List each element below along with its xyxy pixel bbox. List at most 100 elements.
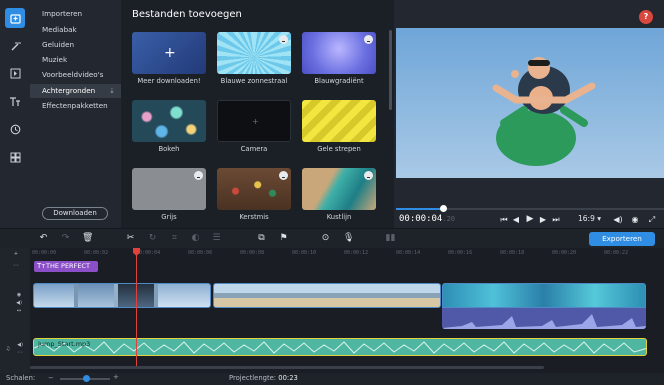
- tile-grijs[interactable]: [132, 168, 206, 210]
- rotate-button[interactable]: ↻: [147, 233, 158, 244]
- speaker-icon: ◀): [613, 215, 623, 224]
- tile-label: Blauwe zonnestraal: [220, 77, 288, 85]
- undo-icon: ↶: [39, 233, 48, 243]
- stickers-tool-button[interactable]: [5, 119, 25, 139]
- category-importeren[interactable]: Importeren: [30, 7, 121, 21]
- split-button[interactable]: ✂: [125, 233, 136, 244]
- waveform-graphic: [442, 314, 646, 329]
- category-mediabak[interactable]: Mediabak: [30, 23, 121, 37]
- track-lock-icon[interactable]: ↔: [15, 308, 23, 314]
- tile-blauwgradient[interactable]: [302, 32, 376, 74]
- track-mute-icon[interactable]: ◀): [15, 300, 23, 306]
- clip-thumbnail: [34, 284, 74, 307]
- tile-bokeh[interactable]: [132, 100, 206, 142]
- music-link-icon[interactable]: ◦◦: [16, 350, 24, 356]
- zoom-out-icon[interactable]: −: [48, 374, 54, 382]
- category-label: Importeren: [42, 9, 83, 18]
- transitions-tool-button[interactable]: [5, 63, 25, 83]
- magic-wand-tool-button[interactable]: [5, 36, 25, 56]
- tile-kustlijn[interactable]: [302, 168, 376, 210]
- microphone-icon: 🎙: [343, 233, 355, 243]
- more-actions-button[interactable]: ▮▮: [385, 233, 396, 244]
- ruler-tick-label: 00:00:18: [500, 250, 525, 256]
- category-effectenpakketten[interactable]: Effectenpakketten: [30, 99, 121, 113]
- snapshot-button[interactable]: ◉: [630, 214, 640, 225]
- overlay-button[interactable]: ⧉: [256, 233, 267, 244]
- prev-frame-button[interactable]: ◀: [511, 214, 521, 225]
- color-adjust-button[interactable]: ◐: [190, 233, 201, 244]
- music-mute-icon[interactable]: ◀): [16, 342, 24, 348]
- skip-end-button[interactable]: ⏭: [551, 214, 561, 225]
- video-clip-underwater[interactable]: [442, 283, 646, 308]
- download-icon: [279, 171, 288, 180]
- redo-button[interactable]: ↷: [60, 233, 71, 244]
- visibility-icon[interactable]: ◉: [15, 292, 23, 298]
- undo-button[interactable]: ↶: [38, 233, 49, 244]
- ruler-tick-label: 00:00:06: [188, 250, 213, 256]
- tile-camera[interactable]: +: [217, 100, 291, 142]
- gallery-scrollbar[interactable]: [389, 30, 392, 110]
- tile-label: Camera: [240, 145, 268, 153]
- category-label: Muziek: [42, 55, 68, 64]
- tile-blauwe-zonnestraal[interactable]: [217, 32, 291, 74]
- ruler-tick-label: 00:00:00: [32, 250, 57, 256]
- scissors-icon: ✂: [126, 233, 135, 243]
- clip-properties-button[interactable]: ☰: [211, 233, 222, 244]
- camera-icon: ◉: [631, 215, 639, 224]
- video-clip-skydive[interactable]: [33, 283, 211, 308]
- download-button[interactable]: Downloaden: [42, 207, 108, 220]
- titles-tool-button[interactable]: [5, 91, 25, 111]
- timeline-scrollbar[interactable]: [30, 366, 544, 369]
- track-button[interactable]: ⊙: [320, 233, 331, 244]
- tile-kerstmis[interactable]: [217, 168, 291, 210]
- export-button[interactable]: Exporteren: [589, 232, 655, 246]
- category-label: Geluiden: [42, 40, 75, 49]
- tile-gele-strepen[interactable]: [302, 100, 376, 142]
- project-length-label: Projectlengte:: [229, 374, 277, 382]
- more-tools-button[interactable]: [5, 147, 25, 167]
- sliders-icon: ☰: [212, 233, 221, 243]
- skip-start-icon: ⏮: [500, 215, 508, 224]
- add-track-icon[interactable]: +: [12, 251, 20, 257]
- zoom-in-icon[interactable]: +: [113, 373, 119, 381]
- timecode-display: 00:00:04.20: [399, 214, 455, 224]
- next-frame-button[interactable]: ▶: [538, 214, 548, 225]
- tile-more-download[interactable]: +: [132, 32, 206, 74]
- skip-start-button[interactable]: ⏮: [499, 214, 509, 225]
- ruler-tick-label: 00:00:02: [84, 250, 109, 256]
- grid-icon: [10, 152, 20, 162]
- color-icon: ◐: [191, 233, 200, 243]
- project-length: Projectlengte: 00:23: [229, 374, 298, 382]
- help-button[interactable]: ?: [639, 10, 653, 24]
- aspect-ratio-select[interactable]: 16:9 ▾: [578, 214, 601, 223]
- volume-button[interactable]: ◀): [613, 214, 623, 225]
- zoom-slider-handle[interactable]: [83, 375, 90, 382]
- video-clip-beach[interactable]: [213, 283, 441, 308]
- edit-toolbar: [0, 228, 664, 248]
- pin-location-icon: ⊙: [321, 233, 330, 243]
- record-voice-button[interactable]: 🎙: [343, 233, 354, 244]
- category-muziek[interactable]: Muziek: [30, 53, 121, 67]
- clip-thumbnail: [78, 284, 114, 307]
- category-voorbeeldvideos[interactable]: Voorbeeldvideo's: [30, 68, 121, 82]
- delete-button[interactable]: 🗑: [82, 233, 93, 244]
- more-icon: ▮▮: [385, 233, 396, 243]
- tile-label: Grijs: [161, 213, 177, 221]
- clip-audio-waveform[interactable]: [442, 308, 646, 329]
- crop-button[interactable]: ⌗: [169, 233, 180, 244]
- rotate-icon: ↻: [148, 233, 157, 243]
- music-clip[interactable]: [33, 338, 647, 356]
- category-achtergronden[interactable]: Achtergronden ⇣: [30, 84, 121, 98]
- category-geluiden[interactable]: Geluiden: [30, 38, 121, 52]
- seek-handle[interactable]: [440, 205, 447, 212]
- music-note-icon: ♫: [5, 346, 11, 352]
- title-track-link-icon[interactable]: ◦◦: [12, 263, 20, 269]
- title-clip[interactable]: Tт THE PERFECT: [34, 261, 98, 272]
- marker-button[interactable]: ⚑: [278, 233, 289, 244]
- category-label: Mediabak: [42, 25, 77, 34]
- play-button[interactable]: ▶: [524, 214, 536, 225]
- crosshair-icon: +: [252, 117, 259, 126]
- music-clip-label: Jump_Start.mp3: [38, 340, 91, 348]
- import-tool-button[interactable]: [5, 8, 25, 28]
- fullscreen-button[interactable]: ⤢: [647, 214, 657, 225]
